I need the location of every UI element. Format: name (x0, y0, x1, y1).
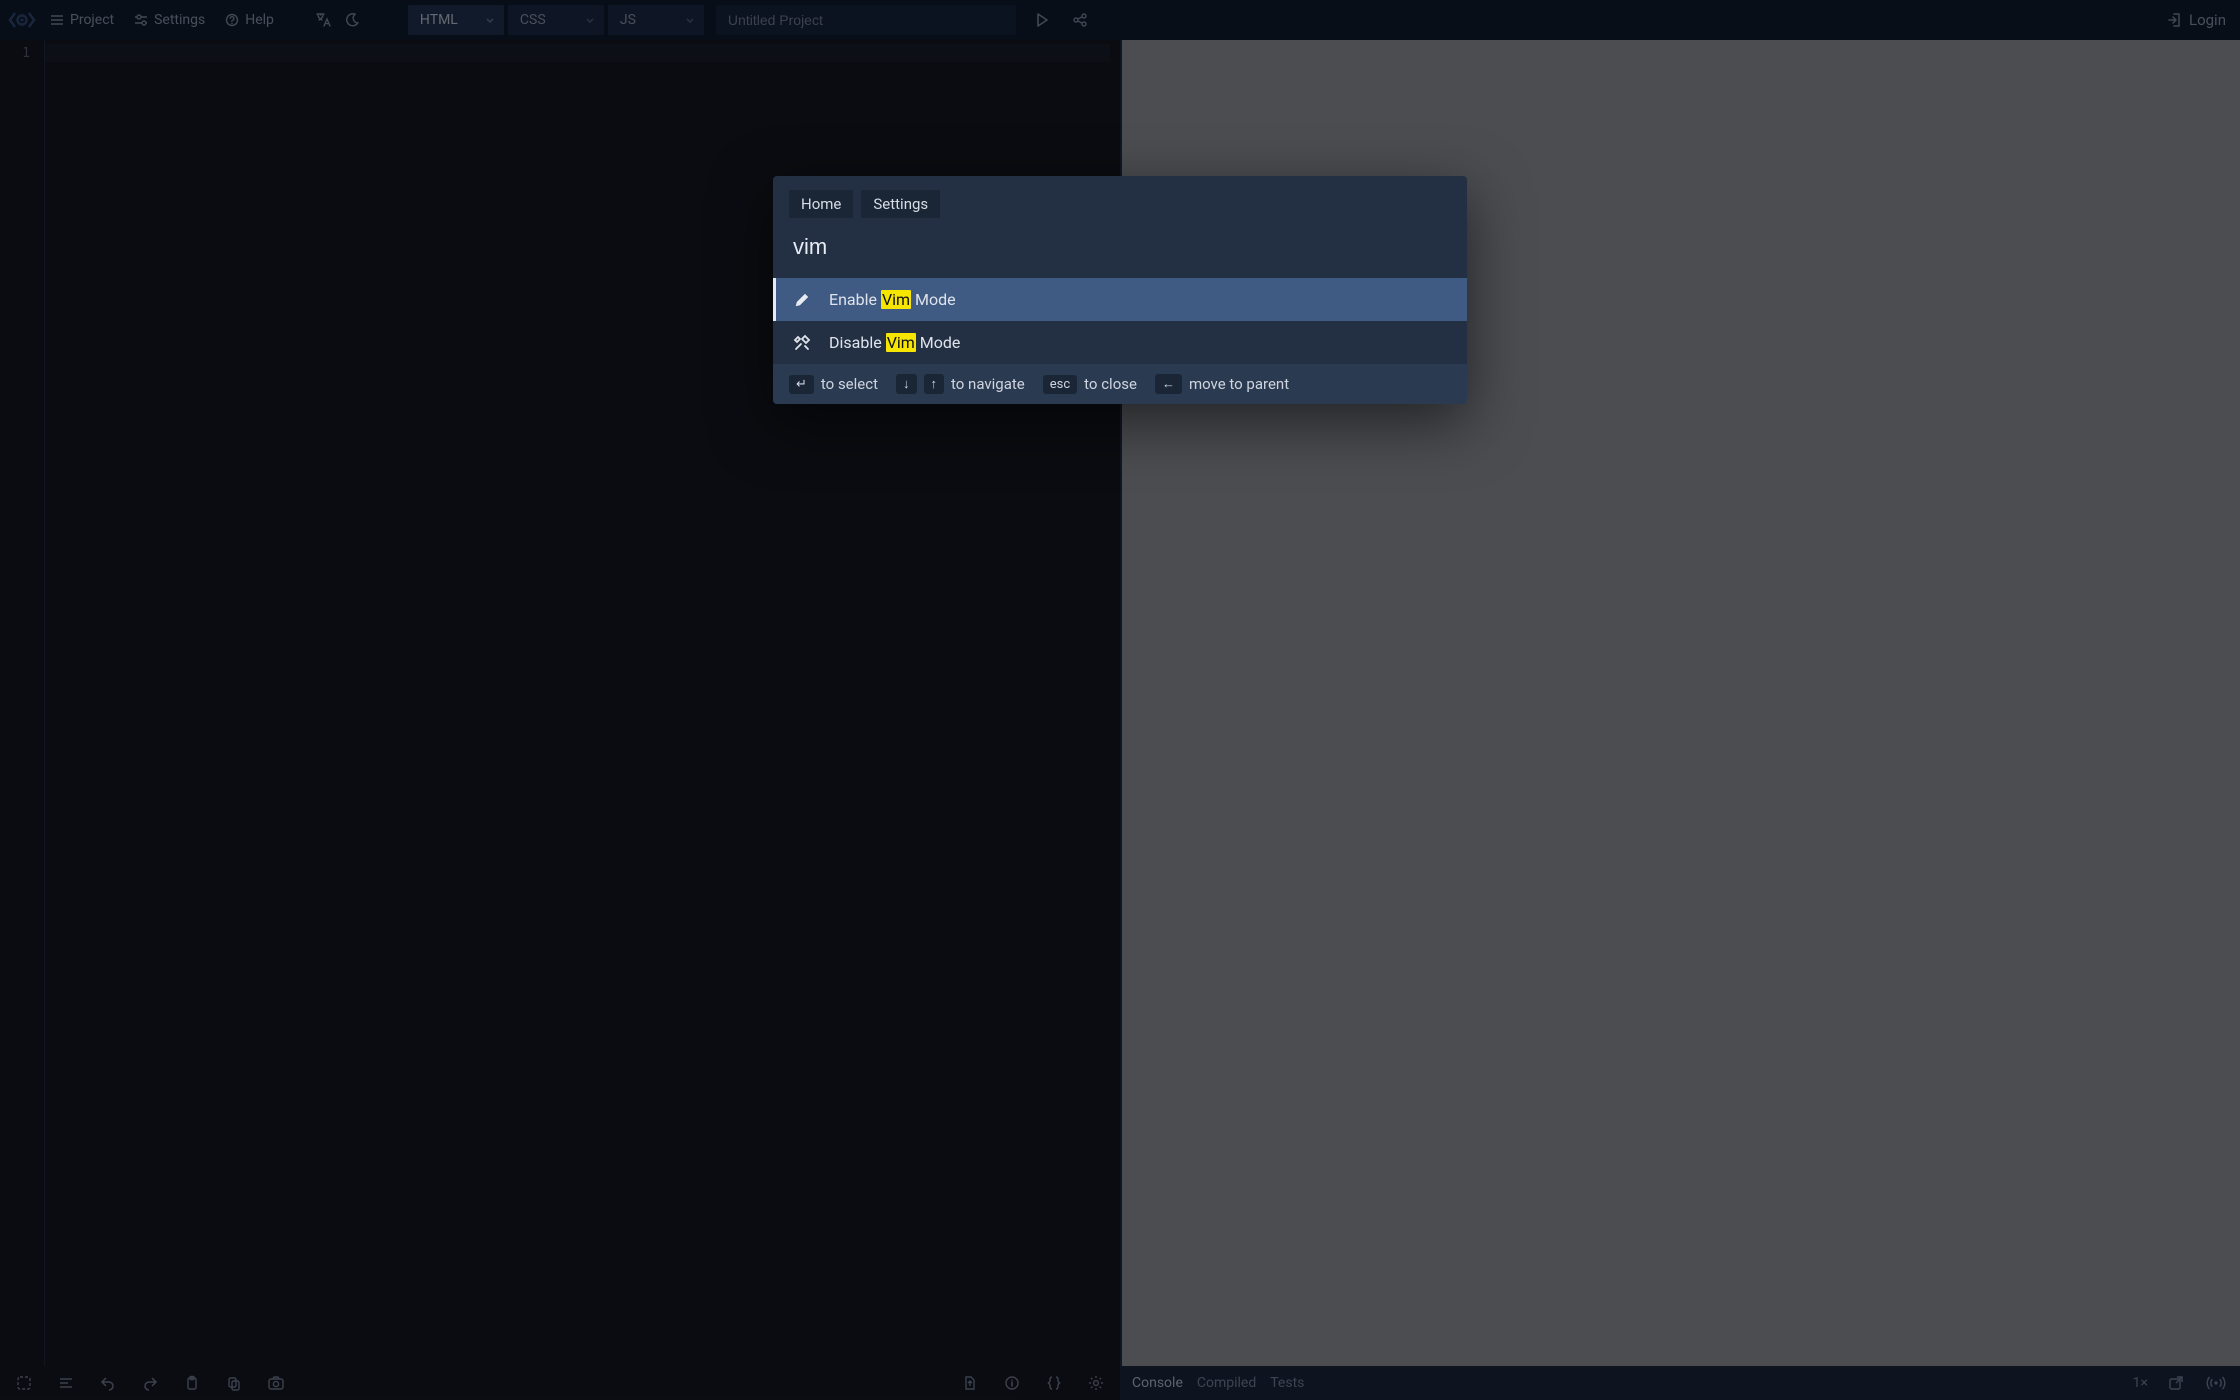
up-key-icon: ↑ (924, 374, 945, 394)
result-disable-vim[interactable]: Disable Vim Mode (773, 321, 1467, 364)
palette-hints: ↵ to select ↓ ↑ to navigate esc to close ← mo… (773, 364, 1467, 404)
hint-navigate: to navigate (951, 375, 1025, 393)
result-label: Disable Vim Mode (829, 333, 960, 352)
modal-overlay[interactable]: Home Settings Enable Vim Mode Disable Vi… (0, 0, 2240, 1400)
crumb-home[interactable]: Home (789, 190, 853, 218)
hint-parent: move to parent (1189, 375, 1289, 393)
palette-search-input[interactable] (793, 234, 1447, 260)
tools-icon (791, 334, 813, 352)
result-enable-vim[interactable]: Enable Vim Mode (773, 278, 1467, 321)
pencil-icon (791, 291, 813, 309)
esc-key: esc (1043, 375, 1077, 394)
command-palette: Home Settings Enable Vim Mode Disable Vi… (773, 176, 1467, 404)
palette-breadcrumbs: Home Settings (773, 176, 1467, 224)
result-label: Enable Vim Mode (829, 290, 956, 309)
left-key-icon: ← (1155, 374, 1182, 394)
down-key-icon: ↓ (896, 374, 917, 394)
crumb-settings[interactable]: Settings (861, 190, 940, 218)
hint-close: to close (1084, 375, 1137, 393)
enter-key-icon: ↵ (789, 375, 814, 394)
palette-results: Enable Vim Mode Disable Vim Mode (773, 278, 1467, 364)
hint-select: to select (821, 375, 878, 393)
